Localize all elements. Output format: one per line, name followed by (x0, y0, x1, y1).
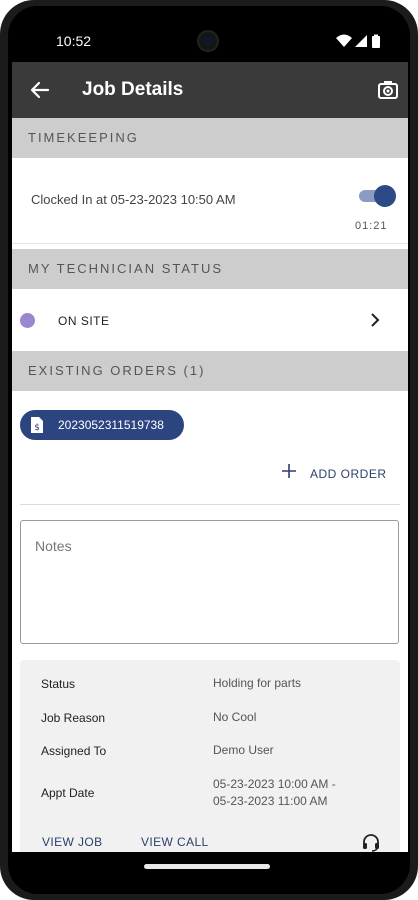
app-bar: Job Details (12, 62, 408, 118)
invoice-document-icon: $ (31, 417, 43, 433)
order-number: 2023052311519738 (58, 418, 164, 432)
timekeeping-header: TIMEKEEPING (12, 118, 408, 158)
signal-icon (355, 35, 367, 47)
detail-value-appt-end: 05-23-2023 11:00 AM (213, 794, 328, 808)
detail-value-status: Holding for parts (213, 676, 302, 690)
add-order-button[interactable]: ADD ORDER (282, 461, 392, 487)
job-details-content: TIMEKEEPING Clocked In at 05-23-2023 10:… (12, 118, 408, 858)
detail-label-job-reason: Job Reason (41, 711, 106, 725)
front-camera (197, 30, 219, 52)
technician-status-row[interactable]: ON SITE (12, 289, 408, 352)
clocked-in-text: Clocked In at 05-23-2023 10:50 AM (31, 192, 236, 207)
wifi-icon (336, 34, 352, 47)
system-icons (336, 34, 380, 48)
home-gesture-bar[interactable] (144, 864, 270, 869)
divider (20, 504, 400, 505)
navigation-bar (8, 852, 410, 894)
order-chip[interactable]: $ 2023052311519738 (20, 410, 184, 440)
detail-label-appt-date: Appt Date (41, 786, 95, 800)
status-dot (20, 313, 35, 328)
clock-in-toggle[interactable] (359, 185, 396, 207)
camera-icon[interactable] (376, 78, 400, 102)
detail-label-status: Status (41, 677, 76, 691)
chevron-right-icon (371, 313, 380, 327)
battery-icon (372, 34, 380, 48)
technician-status-label: ON SITE (58, 314, 110, 328)
arrow-left-icon[interactable] (30, 80, 50, 100)
view-job-link[interactable]: VIEW JOB (42, 835, 103, 849)
detail-label-assigned-to: Assigned To (41, 744, 107, 758)
add-order-label: ADD ORDER (310, 467, 387, 481)
headset-icon[interactable] (361, 832, 381, 852)
phone-screen: 10:52 Job Details TIMEKEEPING Clocked In… (8, 6, 410, 894)
elapsed-time: 01:21 (355, 220, 388, 232)
view-call-link[interactable]: VIEW CALL (141, 835, 209, 849)
device-frame: 10:52 Job Details TIMEKEEPING Clocked In… (0, 0, 418, 900)
toggle-thumb (374, 185, 396, 207)
page-title: Job Details (82, 79, 184, 100)
notes-input[interactable]: Notes (20, 520, 399, 644)
existing-orders-header: EXISTING ORDERS (1) (12, 351, 408, 391)
detail-value-appt-start: 05-23-2023 10:00 AM - (213, 777, 336, 791)
svg-text:$: $ (34, 423, 40, 433)
status-time: 10:52 (56, 33, 92, 49)
technician-status-header: MY TECHNICIAN STATUS (12, 249, 408, 289)
status-bar: 10:52 (8, 6, 410, 54)
job-summary-card: Status Holding for parts Job Reason No C… (20, 660, 400, 858)
notes-placeholder: Notes (35, 538, 72, 554)
detail-value-job-reason: No Cool (213, 710, 257, 724)
detail-value-assigned-to: Demo User (213, 743, 274, 757)
timekeeping-row: Clocked In at 05-23-2023 10:50 AM 01:21 (12, 158, 408, 244)
plus-icon (282, 464, 296, 478)
